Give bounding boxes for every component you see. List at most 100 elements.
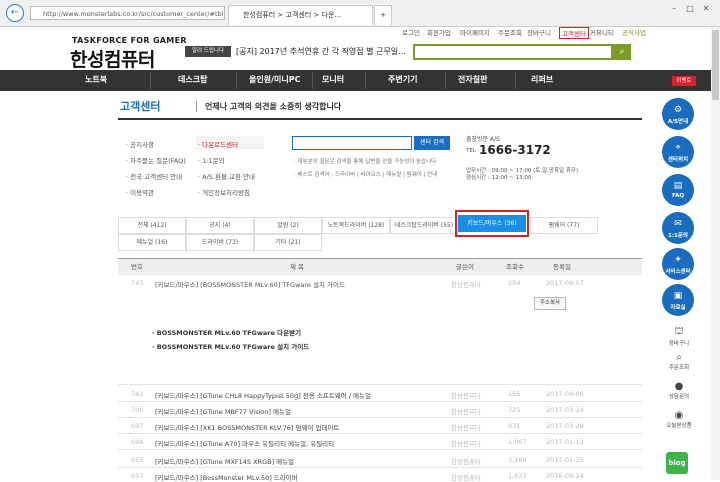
quick-service-center[interactable]: ✦ 서비스센터 xyxy=(662,248,694,280)
row-title[interactable]: [키보드/마우스] [GTune MBF77 Vision] 메뉴얼 xyxy=(155,406,291,416)
tab-manual[interactable]: 메뉴얼 (16) xyxy=(118,234,186,251)
maximize-icon[interactable]: □ xyxy=(684,3,696,15)
sidebar-item-centers[interactable]: · 전국 고객센터 안내 xyxy=(126,171,182,181)
row-author: 한성컴퓨터 xyxy=(451,440,481,448)
quick-archive[interactable]: ▣ 자료실 xyxy=(662,284,694,316)
event-badge[interactable]: 이벤트 xyxy=(672,76,696,86)
nav-divider xyxy=(150,72,151,89)
quick-cart[interactable]: ⛫ 장바구니 xyxy=(664,326,694,347)
row-number: 665 xyxy=(131,456,144,464)
quick-faq[interactable]: ▤ FAQ xyxy=(662,174,694,206)
minimize-icon[interactable]: – xyxy=(668,3,680,15)
search-input[interactable] xyxy=(413,44,613,60)
search-icon[interactable]: ⌕ xyxy=(613,44,631,60)
close-icon[interactable]: ✕ xyxy=(700,3,712,15)
row-title[interactable]: [키보드/마우스] [GTune MXF14S XRGB] 메뉴얼 xyxy=(155,456,294,466)
nav-divider xyxy=(445,72,446,89)
post-guide-link[interactable]: · BOSSMONSTER MLv.60 TFGware 설치 가이드 xyxy=(152,341,309,351)
nav-item-allinone[interactable]: 올인원/미니PC xyxy=(249,74,300,85)
row-title[interactable]: [키보드/마우스] [XK1 BOSSMONSTER KLV.76] 펌웨어 업… xyxy=(155,422,339,432)
quick-inquiry[interactable]: ✉ 1:1문의 xyxy=(662,212,694,244)
tab-driver[interactable]: 드라이버 (73) xyxy=(186,234,254,251)
row-author: 한성컴퓨터 xyxy=(451,424,481,432)
copy-address-button[interactable]: 주소복사 xyxy=(534,297,566,310)
tab-notice[interactable]: 공지 (4) xyxy=(186,217,254,234)
row-number: 743 xyxy=(131,279,144,287)
official-business-link[interactable]: 공식사업 xyxy=(622,27,646,37)
tab-all[interactable]: 전체 (412) xyxy=(118,217,186,234)
notice-ticker[interactable]: [공지] 2017년 추석연휴 간 각 직영점 별 근무일... xyxy=(236,46,406,57)
cs-lunch: 점심시간 : 12:00 ~ 13:00 xyxy=(466,175,532,181)
sidebar-item-notice[interactable]: · 공지사항 xyxy=(126,139,154,149)
nav-item-refurb[interactable]: 리퍼브 xyxy=(531,74,553,85)
tab-firmware[interactable]: 펌웨어 (77) xyxy=(530,217,598,234)
tab-notebook-driver[interactable]: 노트북드라이버 (128) xyxy=(322,217,390,234)
row-date: 2017-09-06 xyxy=(546,390,584,398)
sidebar-item-privacy[interactable]: · 개인정보처리방침 xyxy=(198,187,250,197)
quick-center-location[interactable]: ⌖ 센터위치 xyxy=(662,136,694,168)
row-title[interactable]: [키보드/마우스] [GTune A70] 마우스 유틸리티 메뉴얼, 유틸리티 xyxy=(155,438,334,448)
tab-desktop-driver[interactable]: 데스크탑드라이버 (55) xyxy=(390,217,458,234)
center-search-button[interactable]: 센터 검색 xyxy=(414,136,450,150)
cart-link[interactable]: 장바구니 xyxy=(527,27,551,37)
tel-label: TEL xyxy=(466,148,476,154)
quick-order-lookup[interactable]: ⌕ 주문조회 xyxy=(664,352,694,371)
nav-item-notebook[interactable]: 노트북 xyxy=(85,74,107,85)
back-button[interactable]: ← xyxy=(6,4,24,22)
nav-item-monitor[interactable]: 모니터 xyxy=(322,74,344,85)
center-search-input[interactable] xyxy=(292,136,412,150)
row-views: 3,168 xyxy=(508,456,527,464)
sidebar-item-terms[interactable]: · 이용약관 xyxy=(126,187,154,197)
scrollbar-thumb[interactable] xyxy=(712,30,719,100)
blog-button[interactable]: blog xyxy=(666,452,688,474)
logo[interactable]: 한성컴퓨터 xyxy=(70,45,155,72)
sidebar-item-as-guide[interactable]: · A/S,환불,교환 안내 xyxy=(198,171,255,181)
mypage-link[interactable]: 마이페이지 xyxy=(460,27,490,37)
row-number: 742 xyxy=(131,390,144,398)
row-title[interactable]: [키보드/마우스] [GTune CHL8 HappyTypist 50g] 전… xyxy=(155,390,371,400)
sidebar-item-inquiry[interactable]: · 1:1문의 xyxy=(198,155,225,165)
col-views: 조회수 xyxy=(506,263,524,271)
speech-bubble-icon: ● xyxy=(674,381,684,392)
tab-alert[interactable]: 알림 (2) xyxy=(254,217,322,234)
logo-tagline[interactable]: TASKFORCE FOR GAMER xyxy=(72,36,187,45)
community-link[interactable]: 커뮤니티 xyxy=(590,27,614,37)
best-keywords[interactable]: · 베스트 검색어 : 드라이버 | 바이오스 | 매뉴얼 | 펌웨어 | 안내 xyxy=(294,170,437,178)
browser-tab-active[interactable]: 한성컴퓨터 > 고객센터 > 다운... xyxy=(228,5,373,25)
book-icon: ▤ xyxy=(673,181,683,191)
selected-tab-highlight xyxy=(455,210,529,237)
row-title-expanded[interactable]: [키보드/마우스] [BOSSMONSTER MLv.60] TFGware 설… xyxy=(155,279,345,289)
login-link[interactable]: 로그인 xyxy=(402,27,420,37)
search-icon: ⌕ xyxy=(676,352,682,363)
page-title: 고객센터 xyxy=(120,100,161,113)
folder-icon: ▣ xyxy=(673,291,683,301)
sidebar-item-faq[interactable]: · 자주묻는 질문(FAQ) xyxy=(126,155,186,165)
nav-item-peripherals[interactable]: 주변기기 xyxy=(388,74,417,85)
nav-divider xyxy=(365,72,366,89)
quick-consult[interactable]: ● 상담문의 xyxy=(664,381,694,400)
nav-item-whiteboard[interactable]: 전자칠판 xyxy=(458,74,487,85)
customer-center-link[interactable]: 고객센터 xyxy=(559,27,589,39)
address-bar[interactable]: http://www.monsterlabs.co.kr/src/custome… xyxy=(30,6,225,20)
post-download-link[interactable]: · BOSSMONSTER MLv.60 TFGware 다운받기 xyxy=(152,327,301,337)
tab-etc[interactable]: 기타 (21) xyxy=(254,234,322,251)
row-title[interactable]: [키보드/마우스] [BossMonster MLv.50] 드라이버 xyxy=(155,472,298,482)
row-views: 1,067 xyxy=(508,438,527,446)
row-number: 694 xyxy=(131,438,144,446)
signup-link[interactable]: 회원가입 xyxy=(427,27,451,37)
bag-icon: ⛫ xyxy=(674,326,684,337)
row-divider xyxy=(118,417,642,418)
pin-icon: ⌖ xyxy=(675,143,681,153)
order-lookup-link[interactable]: 주문조회 xyxy=(498,27,522,37)
sidebar-item-download[interactable]: · 다운로드센터 xyxy=(198,139,238,149)
nav-item-desktop[interactable]: 데스크탑 xyxy=(178,74,207,85)
new-tab-button[interactable]: + xyxy=(374,5,392,25)
col-author: 글쓴이 xyxy=(456,263,474,271)
quick-as-guide[interactable]: ⚙ A/S안내 xyxy=(662,98,694,130)
title-underline xyxy=(118,118,642,120)
cs-label: 출장방문 A/S xyxy=(466,136,500,143)
row-author: 한성컴퓨터 xyxy=(451,458,481,466)
row-number: 697 xyxy=(131,422,144,430)
cs-phone: 1666-3172 xyxy=(479,143,551,157)
quick-recent-viewed[interactable]: ◉ 오늘본상품 xyxy=(664,410,694,429)
